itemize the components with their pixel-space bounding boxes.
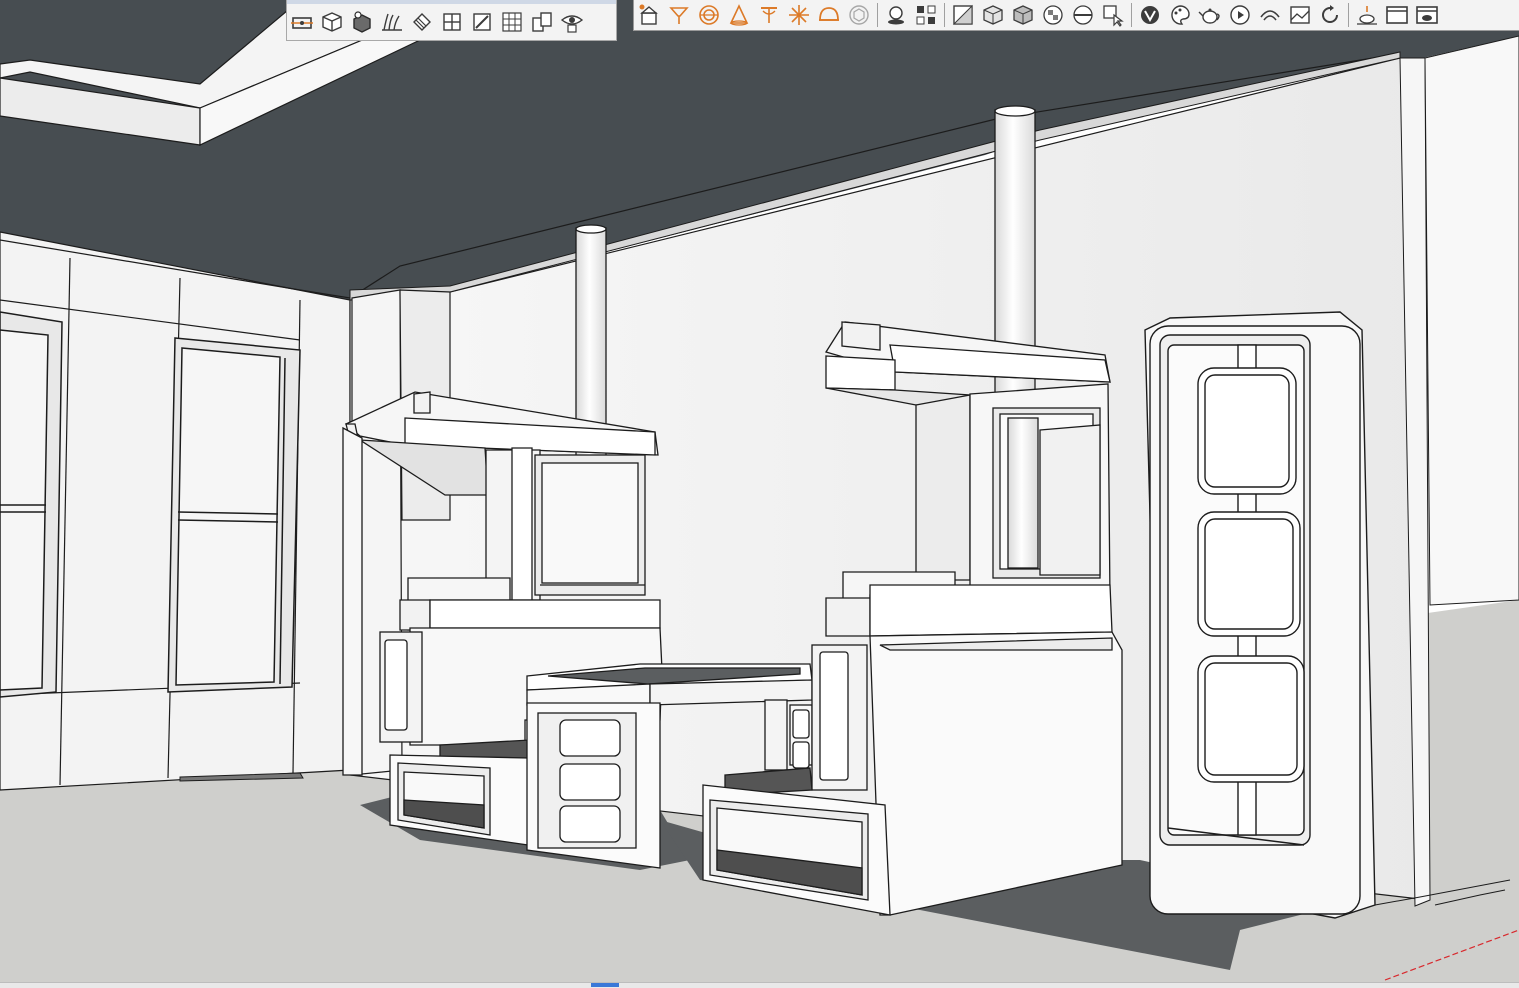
toolbar-separator [944,3,945,27]
checker-ball-icon[interactable] [1038,1,1068,29]
refresh-icon[interactable] [1315,1,1345,29]
status-progress-indicator [591,983,619,987]
layers-copy-icon[interactable] [527,8,557,36]
sphere-proxy-icon[interactable] [844,1,874,29]
grid-divide-icon[interactable] [437,8,467,36]
toolbar-render [633,0,1519,31]
section-plane-icon[interactable] [287,8,317,36]
section-box-icon[interactable] [948,1,978,29]
ies-light-icon[interactable] [754,1,784,29]
model-viewport[interactable] [0,0,1519,987]
vray-logo-icon[interactable] [1135,1,1165,29]
proxy-scatter-icon[interactable] [911,1,941,29]
status-bar [0,982,1519,988]
paint-bucket-icon[interactable] [407,8,437,36]
eye-visibility-icon[interactable] [557,8,587,36]
toolbar-separator [1131,3,1132,27]
toolbar-title-strip [287,0,616,4]
array-grid-icon[interactable] [497,8,527,36]
material-ball-icon[interactable] [881,1,911,29]
toolbar-separator [1348,3,1349,27]
render-scene-icon[interactable] [634,1,664,29]
cube-solid-icon[interactable] [1008,1,1038,29]
divider-screen [1144,311,1376,919]
cube-wire-icon[interactable] [978,1,1008,29]
play-render-icon[interactable] [1225,1,1255,29]
toolbar-separator [877,3,878,27]
window-left-partial [0,311,63,698]
frame-buffer-icon[interactable] [1285,1,1315,29]
toolbar-sections [286,0,617,41]
select-object-icon[interactable] [1098,1,1128,29]
window-render-icon[interactable] [1382,1,1412,29]
pin-ball-icon[interactable] [1068,1,1098,29]
cone-light-icon[interactable] [724,1,754,29]
omni-light-icon[interactable] [694,1,724,29]
spotlight-icon[interactable] [664,1,694,29]
teapot-icon[interactable] [1195,1,1225,29]
dome-light-icon[interactable] [814,1,844,29]
far-wall [1424,35,1519,606]
box-component-icon[interactable] [317,8,347,36]
interactive-render-icon[interactable] [1255,1,1285,29]
teapot-lamp-icon[interactable] [1352,1,1382,29]
window-left [167,337,301,693]
corner-edit-icon[interactable] [467,8,497,36]
solid-inspector-icon[interactable] [347,8,377,36]
window-settings-icon[interactable] [1412,1,1442,29]
sun-sparkle-icon[interactable] [784,1,814,29]
palette-icon[interactable] [1165,1,1195,29]
sandbox-grass-icon[interactable] [377,8,407,36]
